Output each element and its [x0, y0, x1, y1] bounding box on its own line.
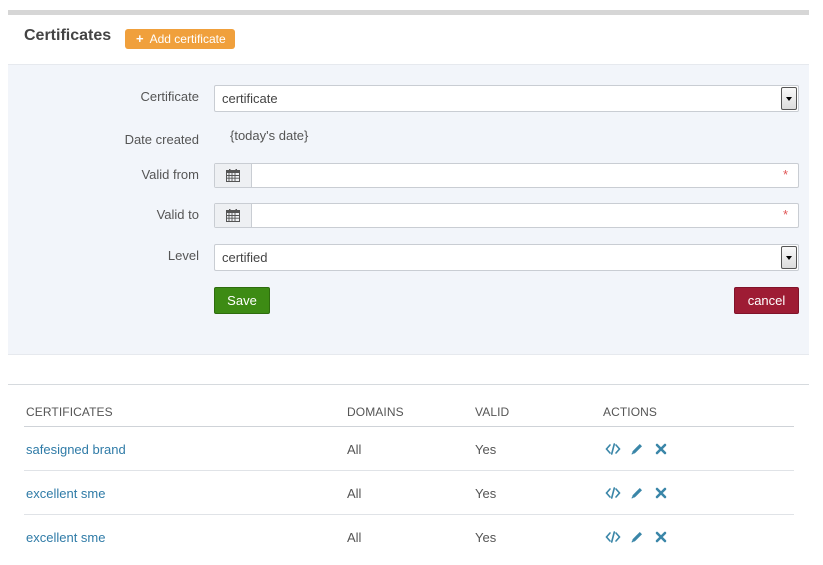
calendar-icon: [226, 209, 240, 222]
valid-from-label: Valid from: [141, 167, 199, 182]
certificate-label: Certificate: [140, 89, 199, 104]
code-icon[interactable]: [605, 441, 621, 457]
certificate-name-link[interactable]: excellent sme: [26, 486, 105, 501]
domains-cell: All: [347, 442, 362, 457]
valid-from-required-mark: *: [782, 167, 788, 182]
valid-to-label: Valid to: [156, 207, 199, 222]
table-row: excellent sme All Yes: [24, 471, 794, 515]
pencil-icon[interactable]: [629, 441, 645, 457]
valid-from-calendar-button[interactable]: [215, 164, 252, 187]
valid-from-field: *: [214, 163, 799, 188]
date-created-label: Date created: [124, 132, 199, 147]
column-header-certificates: CERTIFICATES: [26, 405, 113, 419]
valid-to-calendar-button[interactable]: [215, 204, 252, 227]
date-created-value: {today's date}: [230, 128, 309, 143]
valid-to-required-mark: *: [782, 207, 788, 222]
chevron-down-icon[interactable]: [781, 87, 797, 110]
save-button[interactable]: Save: [214, 287, 270, 314]
certificate-name-link[interactable]: safesigned brand: [26, 442, 126, 457]
column-header-valid: VALID: [475, 405, 510, 419]
column-header-actions: ACTIONS: [603, 405, 658, 419]
certificate-select[interactable]: certificate: [214, 85, 799, 112]
valid-to-field: *: [214, 203, 799, 228]
add-certificate-label: Add certificate: [149, 32, 226, 46]
plus-icon: +: [136, 31, 144, 46]
level-select-value: certified: [222, 250, 268, 265]
cancel-button[interactable]: cancel: [734, 287, 799, 314]
domains-cell: All: [347, 530, 362, 545]
certificate-name-link[interactable]: excellent sme: [26, 530, 105, 545]
table-row: excellent sme All Yes: [24, 515, 794, 559]
table-row: safesigned brand All Yes: [24, 427, 794, 471]
close-icon[interactable]: [653, 529, 669, 545]
level-label: Level: [167, 248, 199, 263]
column-header-domains: DOMAINS: [347, 405, 404, 419]
code-icon[interactable]: [605, 485, 621, 501]
panel-header: Certificates + Add certificate: [8, 15, 809, 65]
calendar-icon: [226, 169, 240, 182]
page-title: Certificates: [24, 27, 112, 44]
pencil-icon[interactable]: [629, 485, 645, 501]
valid-cell: Yes: [475, 486, 497, 501]
close-icon[interactable]: [653, 485, 669, 501]
add-certificate-button[interactable]: + Add certificate: [125, 29, 235, 49]
valid-cell: Yes: [475, 530, 497, 545]
certificates-panel: Certificates + Add certificate Certificat…: [8, 15, 809, 565]
certificate-select-value: certificate: [222, 91, 278, 106]
chevron-down-icon[interactable]: [781, 246, 797, 269]
level-select[interactable]: certified: [214, 244, 799, 271]
domains-cell: All: [347, 486, 362, 501]
code-icon[interactable]: [605, 529, 621, 545]
pencil-icon[interactable]: [629, 529, 645, 545]
section-divider: [8, 384, 809, 385]
valid-cell: Yes: [475, 442, 497, 457]
certificate-form: Certificate certificate Date created {to…: [8, 65, 809, 355]
valid-from-input[interactable]: [253, 164, 773, 187]
valid-to-input[interactable]: [253, 204, 773, 227]
close-icon[interactable]: [653, 441, 669, 457]
